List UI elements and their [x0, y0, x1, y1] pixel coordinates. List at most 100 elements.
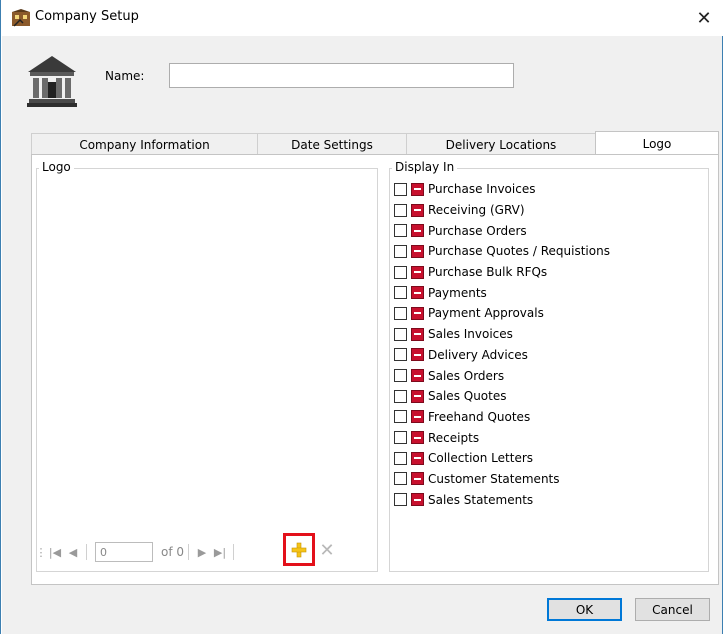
minus-icon — [411, 224, 424, 238]
tab-company-information[interactable]: Company Information — [31, 133, 258, 155]
cancel-button[interactable]: Cancel — [635, 598, 710, 621]
list-item: Purchase Quotes / Requistions — [394, 241, 610, 262]
list-item: Collection Letters — [394, 448, 610, 469]
tab-delivery-locations[interactable]: Delivery Locations — [406, 133, 596, 155]
list-item: Customer Statements — [394, 469, 610, 490]
record-position-input[interactable] — [95, 542, 153, 562]
list-item-label: Purchase Invoices — [428, 182, 536, 197]
minus-icon — [411, 389, 424, 403]
checkbox[interactable] — [394, 182, 407, 196]
window-title: Company Setup — [35, 9, 139, 24]
checkbox[interactable] — [394, 389, 407, 403]
list-item: Sales Invoices — [394, 324, 610, 345]
record-count: of 0 — [161, 545, 185, 559]
list-item: Receiving (GRV) — [394, 200, 610, 221]
checkbox[interactable] — [394, 224, 407, 238]
checkbox[interactable] — [394, 431, 407, 445]
list-item-label: Payment Approvals — [428, 306, 544, 321]
minus-icon — [411, 244, 424, 258]
list-item: Sales Statements — [394, 489, 610, 510]
logo-group: Logo — [36, 160, 378, 572]
list-item-label: Delivery Advices — [428, 347, 528, 362]
minus-icon — [411, 431, 424, 445]
minus-icon — [411, 306, 424, 320]
close-icon: ✕ — [696, 7, 712, 29]
checkbox[interactable] — [394, 369, 407, 383]
list-item: Delivery Advices — [394, 345, 610, 366]
list-item: Receipts — [394, 427, 610, 448]
checkbox[interactable] — [394, 306, 407, 320]
list-item-label: Customer Statements — [428, 471, 560, 486]
minus-icon — [411, 348, 424, 362]
tab-label: Delivery Locations — [445, 137, 557, 152]
company-setup-icon — [12, 9, 30, 27]
ok-label: OK — [575, 602, 594, 617]
list-item: Purchase Orders — [394, 220, 610, 241]
checkbox[interactable] — [394, 265, 407, 279]
list-item: Sales Quotes — [394, 386, 610, 407]
tab-date-settings[interactable]: Date Settings — [257, 133, 407, 155]
tab-logo[interactable]: Logo — [595, 131, 719, 156]
checkbox[interactable] — [394, 203, 407, 217]
last-record-icon[interactable]: ▶| — [211, 541, 229, 563]
minus-icon — [411, 286, 424, 300]
list-item-label: Sales Invoices — [428, 327, 513, 342]
cancel-label: Cancel — [652, 602, 693, 617]
close-button[interactable]: ✕ — [684, 0, 723, 36]
list-item: Payment Approvals — [394, 303, 610, 324]
list-item: Payments — [394, 282, 610, 303]
bank-icon — [27, 56, 77, 107]
list-item: Freehand Quotes — [394, 407, 610, 428]
title-bar: Company Setup ✕ — [1, 0, 723, 36]
name-label: Name: — [105, 69, 145, 83]
list-item-label: Purchase Bulk RFQs — [428, 265, 548, 280]
minus-icon — [411, 369, 424, 383]
checkbox[interactable] — [394, 327, 407, 341]
list-item-label: Sales Quotes — [428, 389, 507, 404]
list-item-label: Collection Letters — [428, 451, 534, 466]
separator — [233, 544, 235, 560]
first-record-icon[interactable]: |◀ — [46, 541, 64, 563]
list-item-label: Purchase Orders — [428, 223, 527, 238]
list-item-label: Receipts — [428, 430, 480, 445]
list-item-label: Freehand Quotes — [428, 409, 531, 424]
checkbox[interactable] — [394, 493, 407, 507]
checkbox[interactable] — [394, 410, 407, 424]
minus-icon — [411, 451, 424, 465]
checkbox[interactable] — [394, 472, 407, 486]
previous-record-icon[interactable]: ◀ — [64, 541, 82, 563]
minus-icon — [411, 182, 424, 196]
checkbox[interactable] — [394, 286, 407, 300]
separator — [188, 544, 190, 560]
display-in-group-title: Display In — [392, 160, 458, 174]
checkbox[interactable] — [394, 348, 407, 362]
minus-icon — [411, 472, 424, 486]
company-setup-window: Company Setup ✕ Name: Company Informatio… — [0, 0, 723, 634]
minus-icon — [411, 493, 424, 507]
list-item-label: Sales Orders — [428, 368, 505, 383]
plus-icon — [291, 542, 307, 557]
delete-button[interactable]: ✕ — [317, 539, 337, 561]
name-input[interactable] — [169, 63, 514, 88]
list-item-label: Sales Statements — [428, 492, 534, 507]
next-record-icon[interactable]: ▶ — [193, 541, 211, 563]
logo-group-title: Logo — [39, 160, 74, 174]
checkbox[interactable] — [394, 244, 407, 258]
list-item: Purchase Invoices — [394, 179, 610, 200]
minus-icon — [411, 410, 424, 424]
delete-icon: ✕ — [319, 539, 335, 561]
checkbox[interactable] — [394, 451, 407, 465]
tab-label: Company Information — [79, 137, 210, 152]
tab-strip: Company Information Date Settings Delive… — [31, 131, 719, 156]
separator — [86, 544, 87, 560]
add-button[interactable] — [283, 533, 315, 566]
list-item: Sales Orders — [394, 365, 610, 386]
tab-label: Logo — [642, 137, 672, 151]
list-item-label: Receiving (GRV) — [428, 203, 525, 218]
list-item-label: Purchase Quotes / Requistions — [428, 244, 610, 259]
display-in-list: Purchase Invoices Receiving (GRV) Purcha… — [394, 179, 610, 510]
list-item-label: Payments — [428, 285, 487, 300]
tab-label: Date Settings — [291, 137, 373, 152]
display-in-group: Display In Purchase Invoices Receiving (… — [389, 160, 709, 572]
ok-button[interactable]: OK — [547, 598, 622, 621]
